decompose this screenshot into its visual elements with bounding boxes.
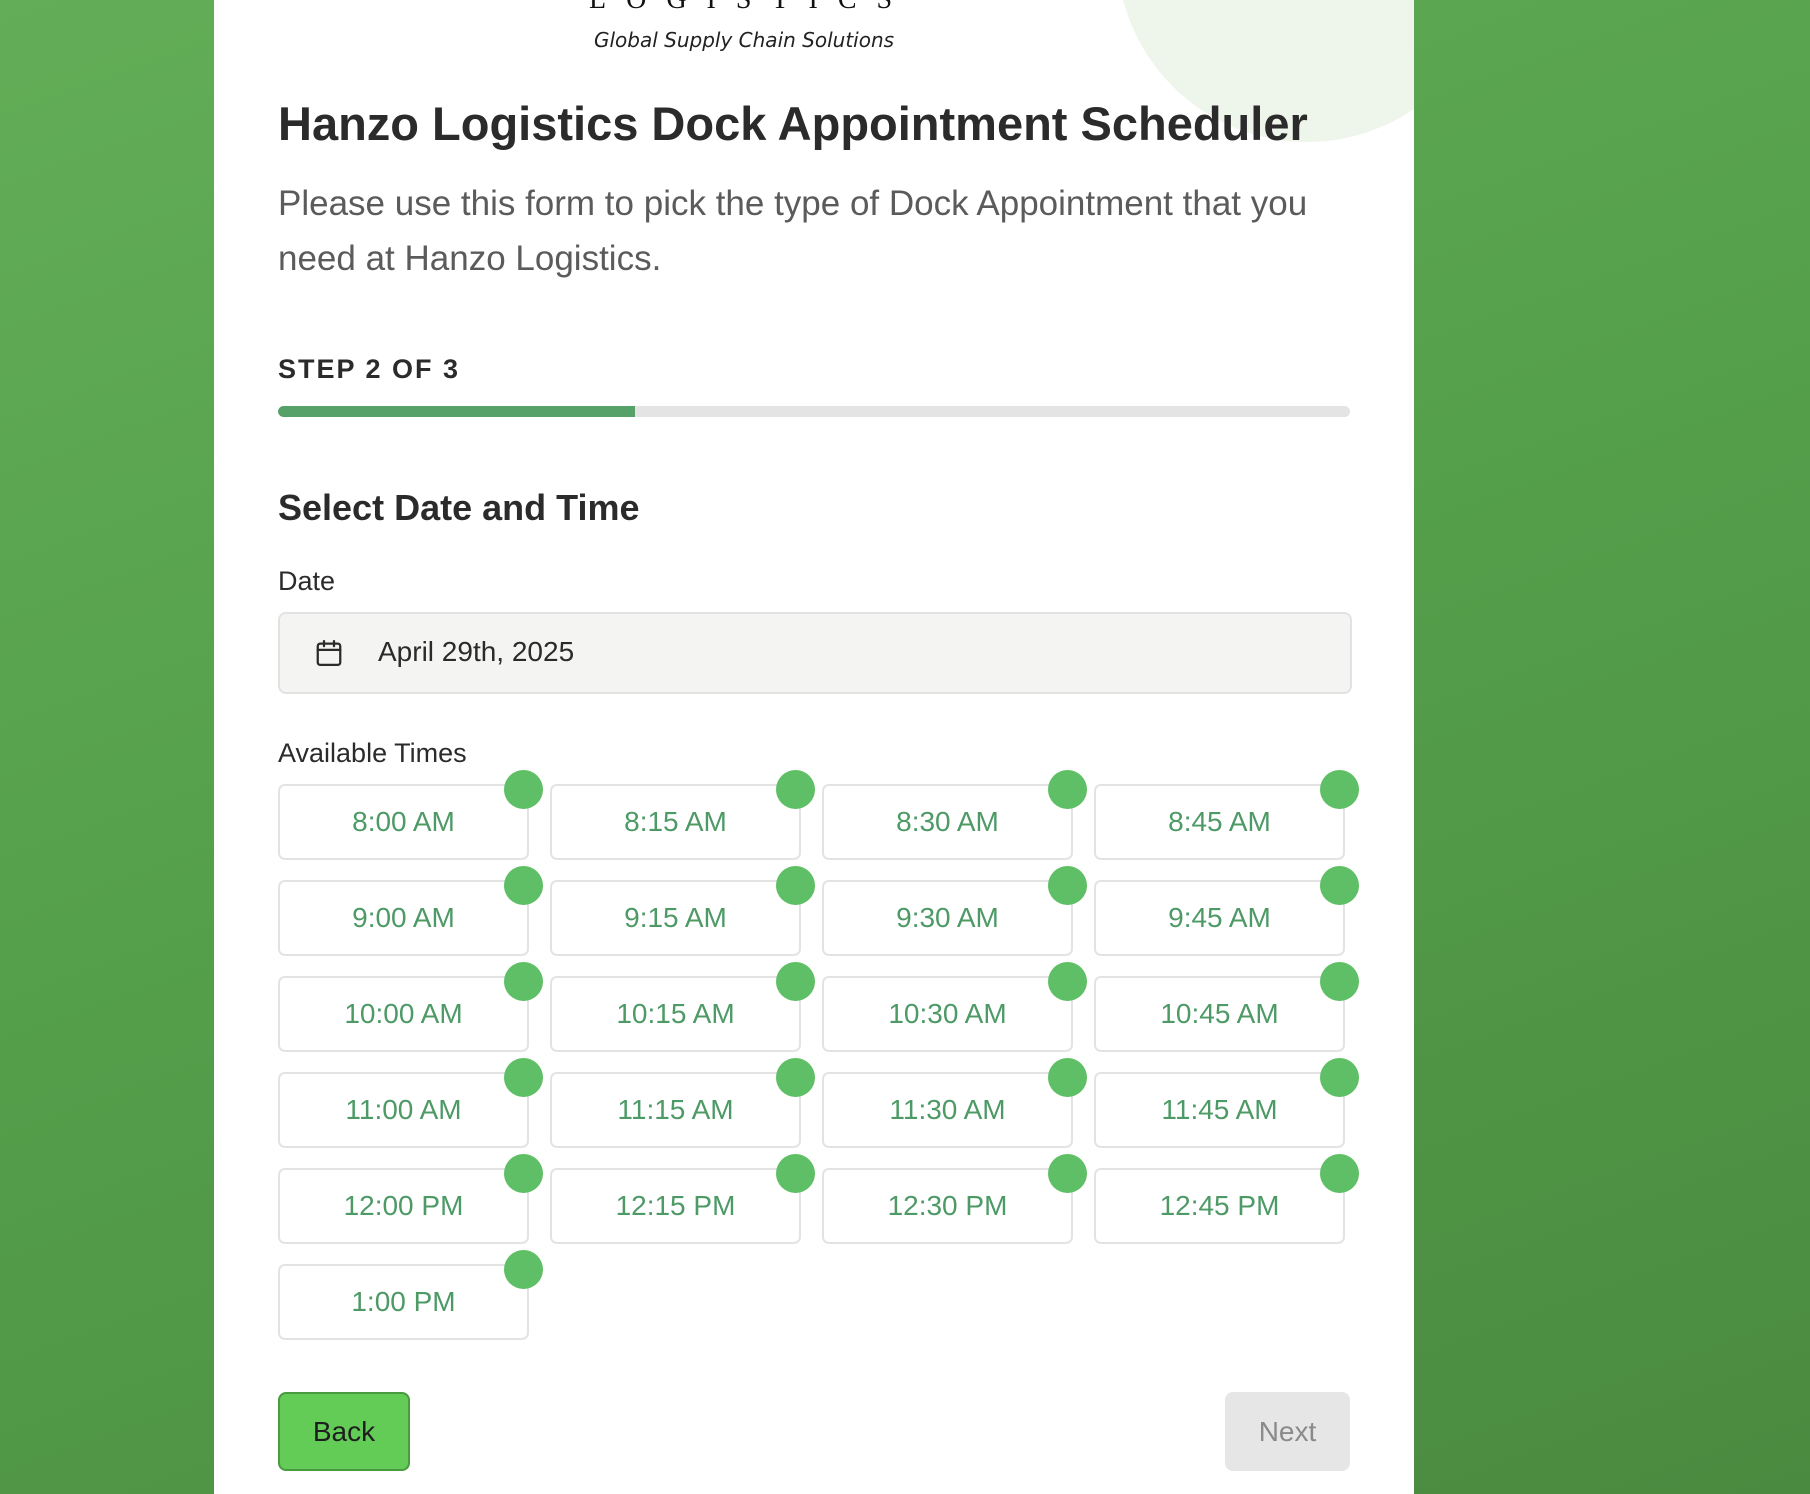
- time-slot-button[interactable]: 8:45 AM: [1094, 770, 1359, 860]
- availability-dot: [776, 962, 815, 1001]
- time-slot-button[interactable]: 11:30 AM: [822, 1058, 1087, 1148]
- time-slot-label: 10:00 AM: [344, 998, 463, 1029]
- time-slot-label: 11:30 AM: [889, 1094, 1006, 1125]
- time-slot-label: 9:30 AM: [896, 902, 999, 933]
- time-slot-label: 11:15 AM: [617, 1094, 734, 1125]
- time-slot-label: 12:30 PM: [887, 1190, 1008, 1221]
- time-slot-label: 8:30 AM: [896, 806, 999, 837]
- time-slot-label: 10:30 AM: [888, 998, 1007, 1029]
- time-slot-label: 10:45 AM: [1160, 998, 1279, 1029]
- time-slot-button[interactable]: 8:00 AM: [278, 770, 543, 860]
- availability-dot: [504, 1250, 543, 1289]
- time-slot-button[interactable]: 9:30 AM: [822, 866, 1087, 956]
- time-slot-button[interactable]: 11:45 AM: [1094, 1058, 1359, 1148]
- section-title: Select Date and Time: [278, 487, 640, 528]
- time-slot-label: 12:45 PM: [1159, 1190, 1280, 1221]
- form-card: LOGISTICS Global Supply Chain Solutions …: [214, 0, 1414, 1494]
- time-slot-button[interactable]: 1:00 PM: [278, 1250, 543, 1340]
- time-slot-button[interactable]: 10:00 AM: [278, 962, 543, 1052]
- availability-dot: [776, 770, 815, 809]
- time-slot-label: 8:15 AM: [624, 806, 727, 837]
- time-slot-label: 8:45 AM: [1168, 806, 1271, 837]
- time-slot-label: 11:00 AM: [345, 1094, 462, 1125]
- availability-dot: [1320, 1058, 1359, 1097]
- time-slot-button[interactable]: 12:45 PM: [1094, 1154, 1359, 1244]
- progress-bar: [278, 406, 1350, 417]
- time-slot-button[interactable]: 11:15 AM: [550, 1058, 815, 1148]
- date-picker-field[interactable]: April 29th, 2025: [278, 612, 1352, 694]
- time-slot-button[interactable]: 9:45 AM: [1094, 866, 1359, 956]
- time-slot-label: 8:00 AM: [352, 806, 455, 837]
- time-slot-label: 1:00 PM: [351, 1286, 456, 1317]
- calendar-icon: [316, 640, 342, 666]
- availability-dot: [776, 1058, 815, 1097]
- logo-tagline: Global Supply Chain Solutions: [594, 28, 895, 52]
- progress-bar-fill: [278, 406, 635, 417]
- availability-dot: [1048, 770, 1087, 809]
- availability-dot: [1048, 1154, 1087, 1193]
- time-slot-label: 12:15 PM: [615, 1190, 736, 1221]
- time-slot-button[interactable]: 10:45 AM: [1094, 962, 1359, 1052]
- available-times-label: Available Times: [278, 738, 467, 768]
- time-slot-label: 10:15 AM: [616, 998, 735, 1029]
- next-button[interactable]: Next: [1225, 1392, 1350, 1471]
- availability-dot: [504, 866, 543, 905]
- time-slot-button[interactable]: 9:00 AM: [278, 866, 543, 956]
- availability-dot: [1048, 1058, 1087, 1097]
- page-description: Please use this form to pick the type of…: [278, 184, 1308, 278]
- availability-dot: [1048, 962, 1087, 1001]
- logo-wordmark: LOGISTICS: [589, 0, 912, 16]
- step-indicator: STEP 2 OF 3: [278, 354, 461, 384]
- date-label: Date: [278, 566, 336, 596]
- availability-dot: [504, 1154, 543, 1193]
- availability-dot: [1320, 770, 1359, 809]
- availability-dot: [776, 1154, 815, 1193]
- availability-dot: [504, 962, 543, 1001]
- time-slot-label: 11:45 AM: [1161, 1094, 1278, 1125]
- availability-dot: [776, 866, 815, 905]
- time-slot-label: 12:00 PM: [343, 1190, 464, 1221]
- time-slot-button[interactable]: 12:30 PM: [822, 1154, 1087, 1244]
- time-slot-label: 9:15 AM: [624, 902, 727, 933]
- date-value: April 29th, 2025: [378, 636, 575, 667]
- time-slot-button[interactable]: 10:30 AM: [822, 962, 1087, 1052]
- time-slot-label: 9:00 AM: [352, 902, 455, 933]
- availability-dot: [504, 770, 543, 809]
- availability-dot: [1320, 866, 1359, 905]
- company-logo: LOGISTICS Global Supply Chain Solutions: [374, 0, 894, 60]
- time-slot-button[interactable]: 8:30 AM: [822, 770, 1087, 860]
- time-slot-button[interactable]: 10:15 AM: [550, 962, 815, 1052]
- page-title: Hanzo Logistics Dock Appointment Schedul…: [278, 97, 1308, 150]
- availability-dot: [1320, 962, 1359, 1001]
- availability-dot: [504, 1058, 543, 1097]
- time-slot-button[interactable]: 8:15 AM: [550, 770, 815, 860]
- time-slot-button[interactable]: 9:15 AM: [550, 866, 815, 956]
- availability-dot: [1048, 866, 1087, 905]
- time-slot-label: 9:45 AM: [1168, 902, 1271, 933]
- time-slot-button[interactable]: 12:15 PM: [550, 1154, 815, 1244]
- availability-dot: [1320, 1154, 1359, 1193]
- time-slot-button[interactable]: 12:00 PM: [278, 1154, 543, 1244]
- time-slot-button[interactable]: 11:00 AM: [278, 1058, 543, 1148]
- back-button[interactable]: Back: [278, 1392, 410, 1471]
